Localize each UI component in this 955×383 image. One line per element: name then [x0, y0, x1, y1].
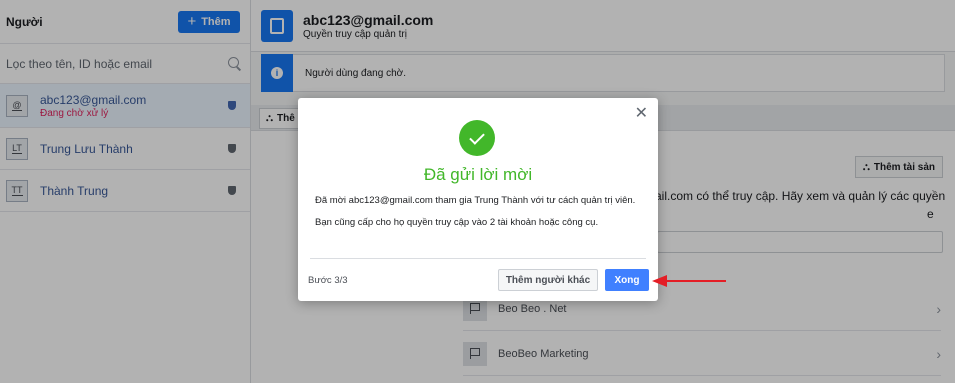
dialog-body: Đã mời abc123@gmail.com tham gia Trung T… — [315, 194, 638, 229]
step-indicator: Bước 3/3 — [308, 275, 348, 286]
divider — [310, 258, 646, 259]
done-button[interactable]: Xong — [605, 269, 649, 291]
dialog-message: Đã mời abc123@gmail.com tham gia Trung T… — [315, 195, 636, 206]
invite-sent-dialog: ✕ Đã gửi lời mời Đã mời abc123@gmail.com… — [298, 98, 658, 301]
close-icon[interactable]: ✕ — [635, 106, 648, 122]
checkmark-icon — [459, 120, 495, 156]
dialog-access-message: Bạn cũng cấp cho họ quyền truy cập vào 2… — [315, 217, 599, 228]
add-another-button[interactable]: Thêm người khác — [498, 269, 598, 291]
annotation-arrow-icon — [652, 275, 726, 287]
dialog-title: Đã gửi lời mời — [423, 165, 533, 184]
